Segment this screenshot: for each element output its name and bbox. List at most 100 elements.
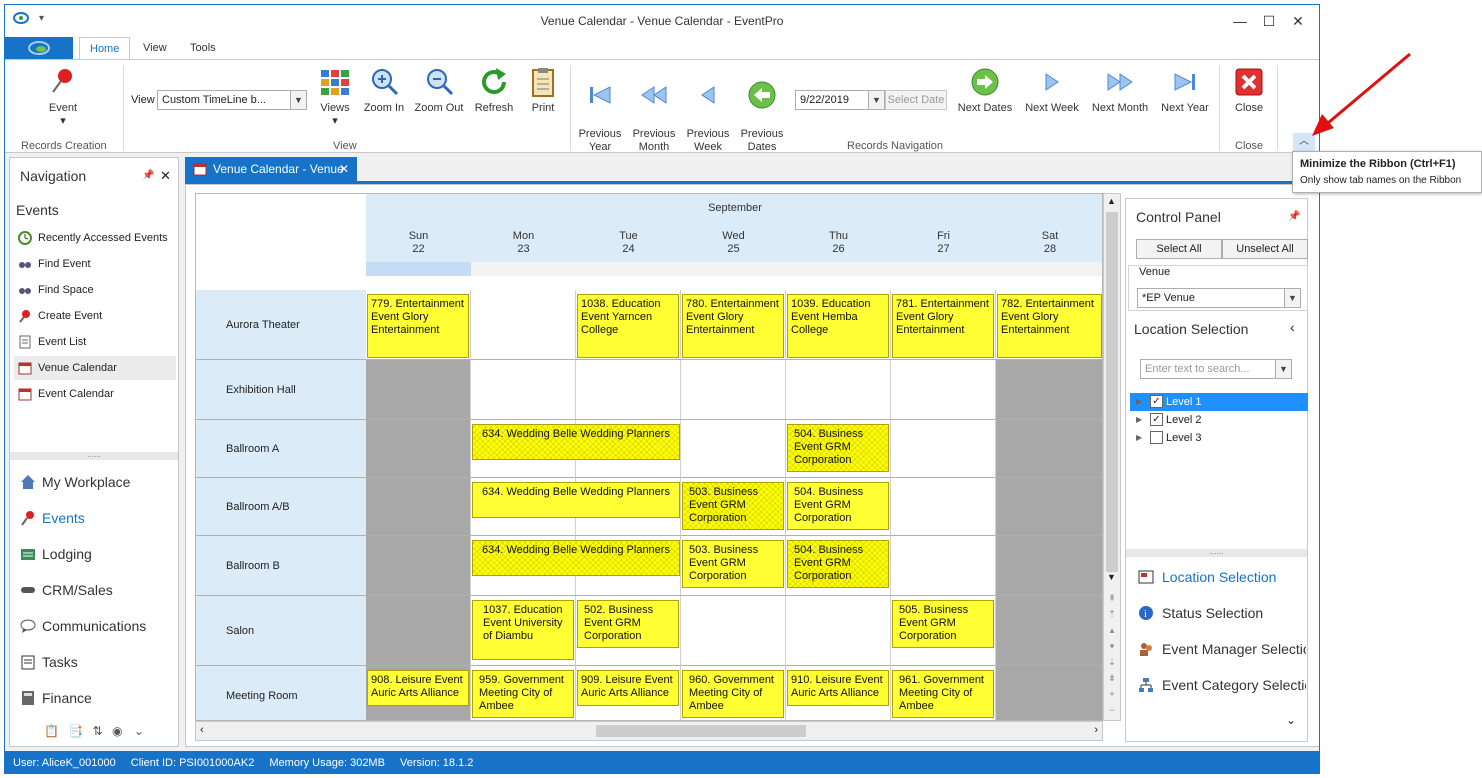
zoom-in-button[interactable]: Zoom In: [361, 66, 407, 115]
previous-week-button[interactable]: Previous Week: [685, 66, 731, 154]
panel-location-selection[interactable]: Location Selection: [1138, 565, 1306, 589]
calendar-cell[interactable]: [681, 420, 786, 478]
nav-module-my-workplace[interactable]: My Workplace: [16, 468, 176, 496]
calendar-cell[interactable]: [996, 536, 1102, 596]
event-block[interactable]: 634. Wedding Belle Wedding Planners: [472, 424, 680, 460]
zoom-out-button[interactable]: Zoom Out: [413, 66, 465, 115]
previous-dates-button[interactable]: Previous Dates: [739, 66, 785, 154]
checkbox-checked-icon[interactable]: ✓: [1150, 395, 1163, 408]
pin-icon[interactable]: 📌: [1288, 211, 1300, 222]
sort-arrows-icon[interactable]: ⇅: [93, 724, 103, 738]
scrollbar-thumb[interactable]: [1106, 212, 1118, 572]
nav-module-communications[interactable]: Communications: [16, 612, 176, 640]
calendar-cell[interactable]: [996, 666, 1102, 720]
event-block[interactable]: 960. Government Meeting City of Ambee: [682, 670, 784, 718]
calendar-cell[interactable]: [366, 596, 471, 666]
event-block[interactable]: 502. Business Event GRM Corporation: [577, 600, 679, 648]
previous-month-button[interactable]: Previous Month: [631, 66, 677, 154]
nav-module-crm-sales[interactable]: CRM/Sales: [16, 576, 176, 604]
view-combo[interactable]: Custom TimeLine b... ▼: [157, 90, 307, 110]
minimize-button[interactable]: —: [1227, 11, 1253, 31]
scroll-down-icon[interactable]: ▼: [1107, 572, 1116, 582]
documents-shortcut-icon[interactable]: 📑: [68, 724, 83, 738]
close-window-button[interactable]: ✕: [1285, 11, 1311, 31]
next-year-button[interactable]: Next Year: [1157, 66, 1213, 115]
chevron-left-icon[interactable]: ‹: [1290, 319, 1295, 335]
calendar-cell[interactable]: [996, 596, 1102, 666]
event-block[interactable]: 909. Leisure Event Auric Arts Alliance: [577, 670, 679, 706]
calendar-cell[interactable]: [681, 596, 786, 666]
calendar-cell[interactable]: [366, 360, 471, 420]
previous-year-button[interactable]: Previous Year: [577, 66, 623, 154]
document-tab-venue-calendar[interactable]: Venue Calendar - Venue ✕: [185, 157, 357, 181]
clipboard-shortcut-icon[interactable]: 📋: [44, 724, 59, 738]
calendar-cell[interactable]: [786, 360, 891, 420]
tree-item-level-1[interactable]: ▶ ✓ Level 1: [1130, 393, 1308, 411]
select-date-button[interactable]: Select Date: [885, 90, 947, 110]
date-picker[interactable]: 9/22/2019 ▼: [795, 90, 885, 110]
nav-module-events[interactable]: Events: [16, 504, 176, 532]
nav-module-finance[interactable]: Finance: [16, 684, 176, 712]
nav-item-find-space[interactable]: Find Space: [14, 278, 176, 302]
nav-item-find-event[interactable]: Find Event: [14, 252, 176, 276]
chevron-down-icon[interactable]: ▼: [290, 91, 306, 109]
calendar-cell[interactable]: [996, 360, 1102, 420]
day-header-wed[interactable]: Wed 25: [681, 224, 786, 262]
tree-item-level-3[interactable]: ▶ Level 3: [1130, 429, 1308, 447]
control-panel-splitter[interactable]: ......: [1126, 548, 1307, 557]
scrollbar-thumb[interactable]: [596, 725, 806, 737]
calendar-cell[interactable]: [366, 478, 471, 536]
event-block[interactable]: 504. Business Event GRM Corporation: [787, 540, 889, 588]
chevron-down-icon[interactable]: ▼: [1275, 360, 1291, 378]
calendar-cell[interactable]: [891, 420, 996, 478]
calendar-cell[interactable]: [891, 360, 996, 420]
calendar-cell[interactable]: [891, 478, 996, 536]
next-month-button[interactable]: Next Month: [1089, 66, 1151, 115]
close-button[interactable]: Close: [1229, 66, 1269, 115]
event-block[interactable]: 504. Business Event GRM Corporation: [787, 424, 889, 472]
panel-status-selection[interactable]: i Status Selection: [1138, 601, 1306, 625]
event-block[interactable]: 503. Business Event GRM Corporation: [682, 540, 784, 588]
event-block[interactable]: 1038. Education Event Yarncen College: [577, 294, 679, 358]
day-header-fri[interactable]: Fri 27: [891, 224, 996, 262]
event-block[interactable]: 634. Wedding Belle Wedding Planners: [472, 540, 680, 576]
location-search-input[interactable]: Enter text to search... ▼: [1140, 359, 1292, 379]
event-block[interactable]: 910. Leisure Event Auric Arts Alliance: [787, 670, 889, 706]
event-block[interactable]: 505. Business Event GRM Corporation: [892, 600, 994, 648]
select-all-button[interactable]: Select All: [1136, 239, 1222, 259]
tab-home[interactable]: Home: [79, 37, 131, 59]
day-header-mon[interactable]: Mon 23: [471, 224, 576, 262]
pin-icon[interactable]: 📌: [142, 170, 154, 181]
timeline-nav-icons[interactable]: ⇞ ⇡ ▴ ▾ ⇣ ⇟ + −: [1106, 590, 1118, 718]
chevron-down-icon[interactable]: ⌄: [1286, 713, 1296, 727]
event-block[interactable]: 503. Business Event GRM Corporation: [682, 482, 784, 530]
event-block[interactable]: 504. Business Event GRM Corporation: [787, 482, 889, 530]
event-block[interactable]: 780. Entertainment Event Glory Entertain…: [682, 294, 784, 358]
calendar-cell[interactable]: [786, 596, 891, 666]
day-header-thu[interactable]: Thu 26: [786, 224, 891, 262]
expand-arrow-icon[interactable]: ▶: [1136, 411, 1142, 429]
unselect-all-button[interactable]: Unselect All: [1222, 239, 1308, 259]
tree-item-level-2[interactable]: ▶ ✓ Level 2: [1130, 411, 1308, 429]
calendar-cell[interactable]: [681, 360, 786, 420]
event-block[interactable]: 781. Entertainment Event Glory Entertain…: [892, 294, 994, 358]
next-dates-button[interactable]: Next Dates: [955, 66, 1015, 115]
calendar-cell[interactable]: [471, 360, 576, 420]
tab-view[interactable]: View: [133, 37, 177, 59]
event-button[interactable]: Event ▾: [41, 66, 85, 128]
globe-icon[interactable]: ◉: [112, 724, 122, 738]
calendar-cell[interactable]: [891, 536, 996, 596]
venue-combo[interactable]: *EP Venue ▼: [1137, 288, 1301, 308]
calendar-horizontal-scrollbar[interactable]: ‹ ›: [195, 721, 1103, 741]
expand-arrow-icon[interactable]: ▶: [1136, 393, 1142, 411]
calendar-cell[interactable]: [366, 536, 471, 596]
panel-event-category-selection[interactable]: Event Category Selectio: [1138, 673, 1306, 697]
event-block[interactable]: 1039. Education Event Hemba College: [787, 294, 889, 358]
nav-item-event-calendar[interactable]: Event Calendar: [14, 382, 176, 406]
print-button[interactable]: Print: [523, 66, 563, 115]
day-header-sun[interactable]: Sun 22: [366, 224, 471, 262]
calendar-vertical-scrollbar[interactable]: ▲ ▼ ⇞ ⇡ ▴ ▾ ⇣ ⇟ + −: [1103, 193, 1121, 721]
scroll-left-icon[interactable]: ‹: [200, 724, 204, 736]
nav-splitter[interactable]: ......: [10, 451, 178, 460]
calendar-cell[interactable]: [471, 290, 576, 360]
